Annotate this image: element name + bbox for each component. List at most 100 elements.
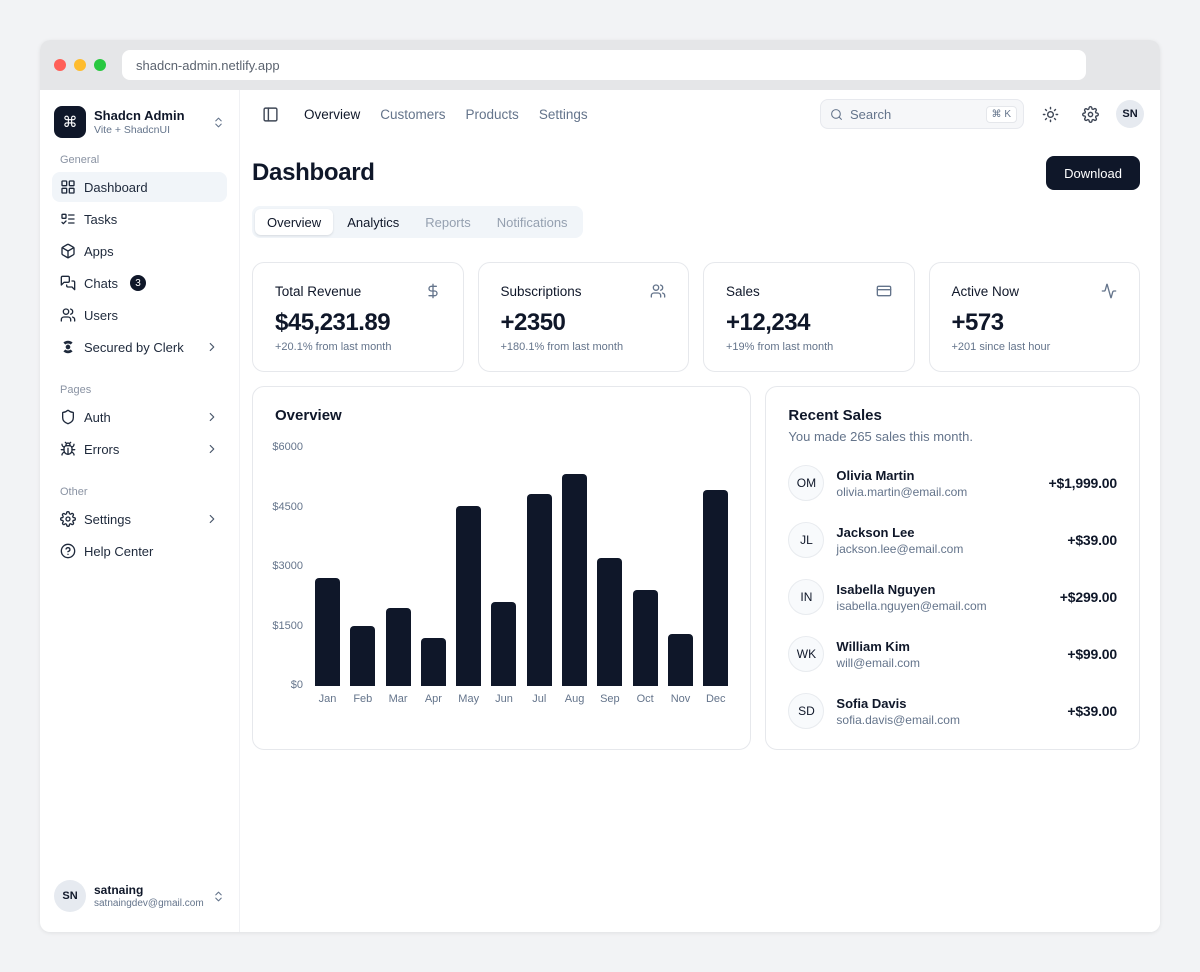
credit-card-icon <box>876 283 892 299</box>
sale-item: OMOlivia Martinolivia.martin@email.com+$… <box>788 465 1117 501</box>
download-button[interactable]: Download <box>1046 156 1140 190</box>
window-close-button[interactable] <box>54 59 66 71</box>
sidebar-item-label: Apps <box>84 244 114 259</box>
customer-avatar: OM <box>788 465 824 501</box>
window-zoom-button[interactable] <box>94 59 106 71</box>
topnav-link-customers[interactable]: Customers <box>380 107 445 122</box>
search-placeholder: Search <box>850 107 891 122</box>
team-subtitle: Vite + ShadcnUI <box>94 124 185 136</box>
sidebar-item-apps[interactable]: Apps <box>52 236 227 266</box>
bar <box>315 578 340 686</box>
browser-chrome: shadcn-admin.netlify.app <box>40 40 1160 90</box>
recent-sales-card: Recent Sales You made 265 sales this mon… <box>765 386 1140 750</box>
x-tick-label: May <box>456 693 481 705</box>
chart-bar-jun: Jun <box>491 446 516 705</box>
customer-name: William Kim <box>836 639 920 654</box>
activity-icon <box>1101 283 1117 299</box>
stat-change: +180.1% from last month <box>501 341 667 353</box>
sidebar-item-tasks[interactable]: Tasks <box>52 204 227 234</box>
sidebar-item-settings[interactable]: Settings <box>52 504 227 534</box>
tab-overview[interactable]: Overview <box>255 209 333 235</box>
bug-icon <box>60 441 76 457</box>
customer-avatar: SD <box>788 693 824 729</box>
sales-list: OMOlivia Martinolivia.martin@email.com+$… <box>788 465 1117 729</box>
stat-value: +573 <box>952 309 1118 337</box>
bar <box>527 494 552 686</box>
stat-value: $45,231.89 <box>275 309 441 337</box>
topnav-link-overview[interactable]: Overview <box>304 107 360 122</box>
package-icon <box>60 243 76 259</box>
customer-email: olivia.martin@email.com <box>836 485 967 499</box>
dollar-sign-icon <box>425 283 441 299</box>
sidebar-nav: GeneralDashboardTasksAppsChats3UsersSecu… <box>52 140 227 568</box>
checklist-icon <box>60 211 76 227</box>
sidebar-item-label: Chats <box>84 276 118 291</box>
sale-item: WK William Kim will@email.com +$99.00 <box>788 636 1117 672</box>
customer-avatar: JL <box>788 522 824 558</box>
sidebar-section-pages: PagesAuthErrors <box>52 384 227 464</box>
theme-toggle-button[interactable] <box>1036 100 1064 128</box>
main-content: Overview Customers Products Settings Search… <box>240 90 1160 932</box>
recent-sales-subtitle: You made 265 sales this month. <box>788 429 1117 444</box>
sidebar-item-chats[interactable]: Chats 3 <box>52 268 227 298</box>
x-tick-label: Mar <box>386 693 411 705</box>
chart-title: Overview <box>275 407 728 424</box>
stat-card-total-revenue: Total Revenue$45,231.89+20.1% from last … <box>252 262 464 372</box>
sidebar-item-auth[interactable]: Auth <box>52 402 227 432</box>
tab-bar: OverviewAnalyticsReportsNotifications <box>252 206 583 238</box>
page-title: Dashboard <box>252 159 375 187</box>
sale-amount: +$1,999.00 <box>1049 475 1117 491</box>
top-nav: Overview Customers Products Settings <box>304 107 588 122</box>
chart-bar-nov: Nov <box>668 446 693 705</box>
user-name: satnaing <box>94 883 204 897</box>
tab-reports[interactable]: Reports <box>413 209 483 235</box>
sidebar-item-label: Users <box>84 308 118 323</box>
url-bar[interactable]: shadcn-admin.netlify.app <box>122 50 1086 80</box>
chart-bar-aug: Aug <box>562 446 587 705</box>
chart-bar-may: May <box>456 446 481 705</box>
sidebar-toggle-button[interactable] <box>256 100 284 128</box>
customer-email: will@email.com <box>836 656 920 670</box>
sidebar-item-label: Dashboard <box>84 180 148 195</box>
sale-amount: +$299.00 <box>1060 589 1117 605</box>
x-tick-label: Nov <box>668 693 693 705</box>
sidebar-item-label: Settings <box>84 512 131 527</box>
customer-email: jackson.lee@email.com <box>836 542 963 556</box>
sale-item: INIsabella Nguyenisabella.nguyen@email.c… <box>788 579 1117 615</box>
sidebar-item-label: Tasks <box>84 212 117 227</box>
stat-change: +201 since last hour <box>952 341 1118 353</box>
x-tick-label: Jan <box>315 693 340 705</box>
sidebar-item-errors[interactable]: Errors <box>52 434 227 464</box>
chats-count-badge: 3 <box>130 275 146 291</box>
topnav-link-products[interactable]: Products <box>466 107 519 122</box>
settings-button[interactable] <box>1076 100 1104 128</box>
sidebar-section-other: OtherSettingsHelp Center <box>52 486 227 566</box>
sale-amount: +$99.00 <box>1067 646 1117 662</box>
sidebar-item-users[interactable]: Users <box>52 300 227 330</box>
customer-name: Isabella Nguyen <box>836 582 986 597</box>
stat-title: Total Revenue <box>275 284 361 299</box>
app-root: ⌘ Shadcn Admin Vite + ShadcnUI GeneralDa… <box>40 90 1160 932</box>
page-content: Dashboard Download OverviewAnalyticsRepo… <box>240 138 1160 770</box>
chart-bar-dec: Dec <box>703 446 728 705</box>
customer-avatar: WK <box>788 636 824 672</box>
search-input[interactable]: Search ⌘ K <box>820 99 1024 129</box>
users-icon <box>60 307 76 323</box>
sidebar-item-secured-by-clerk[interactable]: Secured by Clerk <box>52 332 227 362</box>
topnav-link-settings[interactable]: Settings <box>539 107 588 122</box>
y-tick-label: $3000 <box>272 560 303 572</box>
team-switcher[interactable]: ⌘ Shadcn Admin Vite + ShadcnUI <box>52 104 227 140</box>
chart-y-axis: $6000$4500$3000$1500$0 <box>275 441 315 691</box>
profile-avatar[interactable]: SN <box>1116 100 1144 128</box>
overview-chart-card: Overview $6000$4500$3000$1500$0 JanFebMa… <box>252 386 751 750</box>
sale-item: SDSofia Davissofia.davis@email.com+$39.0… <box>788 693 1117 729</box>
user-menu[interactable]: SN satnaing satnaingdev@gmail.com <box>52 876 227 916</box>
tab-notifications[interactable]: Notifications <box>485 209 580 235</box>
tab-analytics[interactable]: Analytics <box>335 209 411 235</box>
window-minimize-button[interactable] <box>74 59 86 71</box>
chevrons-up-down-icon <box>212 890 225 903</box>
chevron-right-icon <box>205 410 219 424</box>
sidebar-item-help-center[interactable]: Help Center <box>52 536 227 566</box>
customer-name: Sofia Davis <box>836 696 960 711</box>
sidebar-item-dashboard[interactable]: Dashboard <box>52 172 227 202</box>
